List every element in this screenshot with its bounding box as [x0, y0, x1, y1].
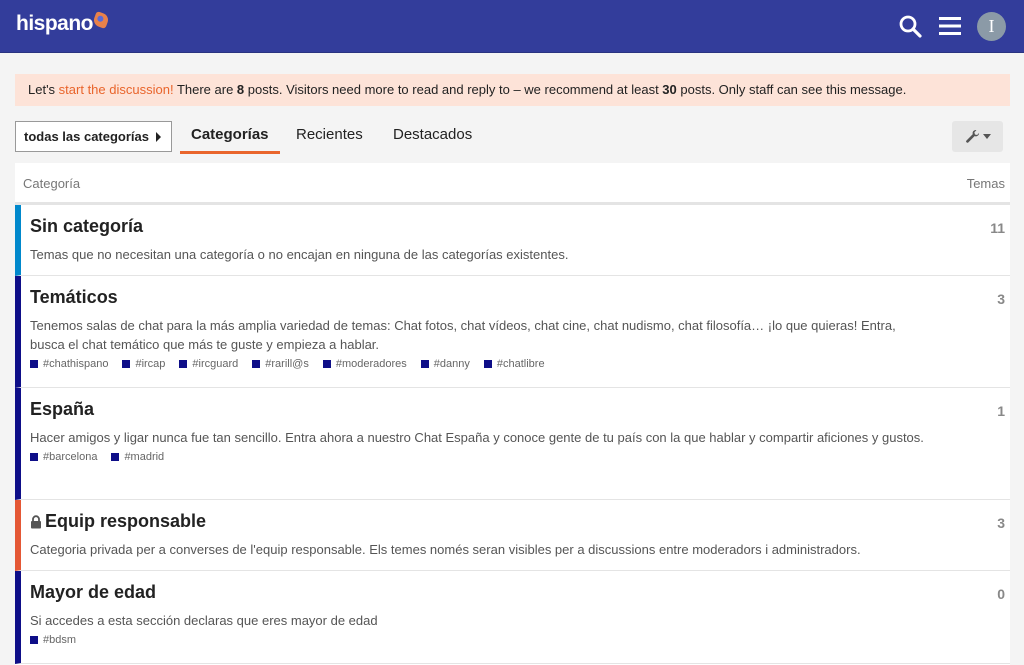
topic-count: 0	[997, 586, 1005, 602]
subcategory-label[interactable]: #chatlibre	[497, 358, 545, 370]
category-description: Si accedes a esta sección declaras que e…	[30, 613, 378, 628]
category-name[interactable]: Temáticos	[30, 287, 1010, 308]
category-row[interactable]: Temáticos Tenemos salas de chat para la …	[15, 276, 1010, 388]
subcategory-color-swatch	[420, 360, 429, 368]
staff-notice: Let's start the discussion! There are 8 …	[15, 74, 1010, 106]
category-name[interactable]: Mayor de edad	[30, 582, 1010, 603]
subcategory-link[interactable]: #ircguard	[179, 358, 238, 370]
hamburger-menu-icon	[939, 17, 961, 35]
subcategory-link[interactable]: #bdsm	[30, 634, 76, 646]
subcategory-label[interactable]: #chathispano	[43, 358, 108, 370]
column-header-category: Categoría	[23, 176, 81, 191]
subcategory-link[interactable]: #madrid	[111, 451, 164, 463]
notice-mid2: posts. Visitors need more to read and re…	[244, 82, 663, 97]
topic-count: 1	[997, 403, 1005, 419]
site-header: hispano I	[0, 0, 1024, 53]
caret-right-icon	[156, 132, 161, 142]
logo-mark-icon	[92, 11, 110, 29]
notice-prefix: Let's	[28, 82, 59, 97]
subcategory-link[interactable]: #moderadores	[322, 358, 407, 370]
category-dropdown[interactable]: todas las categorías	[15, 121, 172, 152]
subcategory-color-swatch	[252, 360, 261, 368]
subcategory-link[interactable]: #chatlibre	[483, 358, 545, 370]
user-avatar[interactable]: I	[977, 11, 1006, 41]
topic-count: 3	[997, 291, 1005, 307]
subcategory-label[interactable]: #ircguard	[192, 358, 238, 370]
subcategory-label[interactable]: #danny	[434, 358, 470, 370]
subcategory-label[interactable]: #madrid	[124, 451, 164, 463]
lock-icon	[31, 514, 41, 528]
subcategory-link[interactable]: #barcelona	[30, 451, 97, 463]
category-row[interactable]: España Hacer amigos y ligar nunca fue ta…	[15, 388, 1010, 500]
subcategory-label[interactable]: #rarill@s	[265, 358, 309, 370]
subcategory-label[interactable]: #moderadores	[336, 358, 407, 370]
wrench-icon	[965, 129, 979, 143]
subcategory-list: #chathispano #ircap #ircguard #rarill@s #mod…	[30, 358, 1010, 370]
navigation-bar: todas las categorías Categorías Reciente…	[15, 121, 1010, 154]
category-row[interactable]: Sin categoría Temas que no necesitan una…	[15, 205, 1010, 276]
notice-mid1: There are	[173, 82, 237, 97]
tools-button[interactable]	[952, 121, 1003, 152]
category-name-wrap[interactable]: Equip responsable	[30, 511, 1010, 532]
subcategory-link[interactable]: #rarill@s	[252, 358, 309, 370]
category-name[interactable]: Equip responsable	[45, 511, 206, 532]
start-discussion-link[interactable]: start the discussion!	[59, 82, 174, 97]
category-description: Hacer amigos y ligar nunca fue tan senci…	[30, 430, 924, 445]
category-description: Categoria privada per a converses de l'e…	[30, 542, 861, 557]
category-name[interactable]: Sin categoría	[30, 216, 1010, 237]
menu-button[interactable]	[937, 11, 963, 41]
category-dropdown-label: todas las categorías	[24, 129, 149, 144]
category-name[interactable]: España	[30, 399, 1010, 420]
category-row[interactable]: Mayor de edad Si accedes a esta sección …	[15, 571, 1010, 664]
caret-down-icon	[982, 134, 991, 139]
notice-recommended-count: 30	[662, 82, 677, 97]
column-header-topics: Temas	[966, 176, 1005, 191]
notice-suffix: posts. Only staff can see this message.	[676, 82, 907, 97]
site-logo[interactable]: hispano	[16, 11, 110, 36]
category-row[interactable]: Equip responsable Categoria privada per …	[15, 500, 1010, 571]
subcategory-list: #bdsm	[30, 634, 1010, 646]
subcategory-label[interactable]: #ircap	[135, 358, 165, 370]
subcategory-label[interactable]: #bdsm	[43, 634, 76, 646]
subcategory-link[interactable]: #danny	[420, 358, 470, 370]
logo-text[interactable]: hispano	[16, 12, 94, 36]
subcategory-color-swatch	[179, 360, 188, 368]
subcategory-label[interactable]: #barcelona	[43, 451, 97, 463]
subcategory-color-swatch	[111, 453, 120, 461]
subcategory-list: #barcelona #madrid	[30, 451, 1010, 463]
topic-count: 3	[997, 515, 1005, 531]
tab-destacados[interactable]: Destacados	[382, 121, 483, 154]
subcategory-link[interactable]: #chathispano	[30, 358, 108, 370]
tab-categorias[interactable]: Categorías	[180, 121, 280, 154]
category-table: Categoría Temas Sin categoría Temas que …	[15, 163, 1010, 665]
topic-count: 11	[990, 220, 1005, 236]
subcategory-color-swatch	[30, 360, 38, 368]
subcategory-color-swatch	[30, 453, 38, 461]
tab-recientes[interactable]: Recientes	[285, 121, 374, 154]
subcategory-color-swatch	[122, 360, 131, 368]
search-button[interactable]	[897, 11, 923, 41]
category-description: Temas que no necesitan una categoría o n…	[30, 247, 569, 262]
subcategory-color-swatch	[322, 360, 331, 368]
subcategory-link[interactable]: #ircap	[122, 358, 165, 370]
category-description: Tenemos salas de chat para la más amplia…	[30, 318, 896, 352]
subcategory-color-swatch	[483, 360, 492, 368]
header-icons: I	[897, 11, 1006, 41]
subcategory-color-swatch	[30, 636, 38, 644]
table-header: Categoría Temas	[15, 163, 1010, 205]
search-icon	[899, 15, 922, 38]
